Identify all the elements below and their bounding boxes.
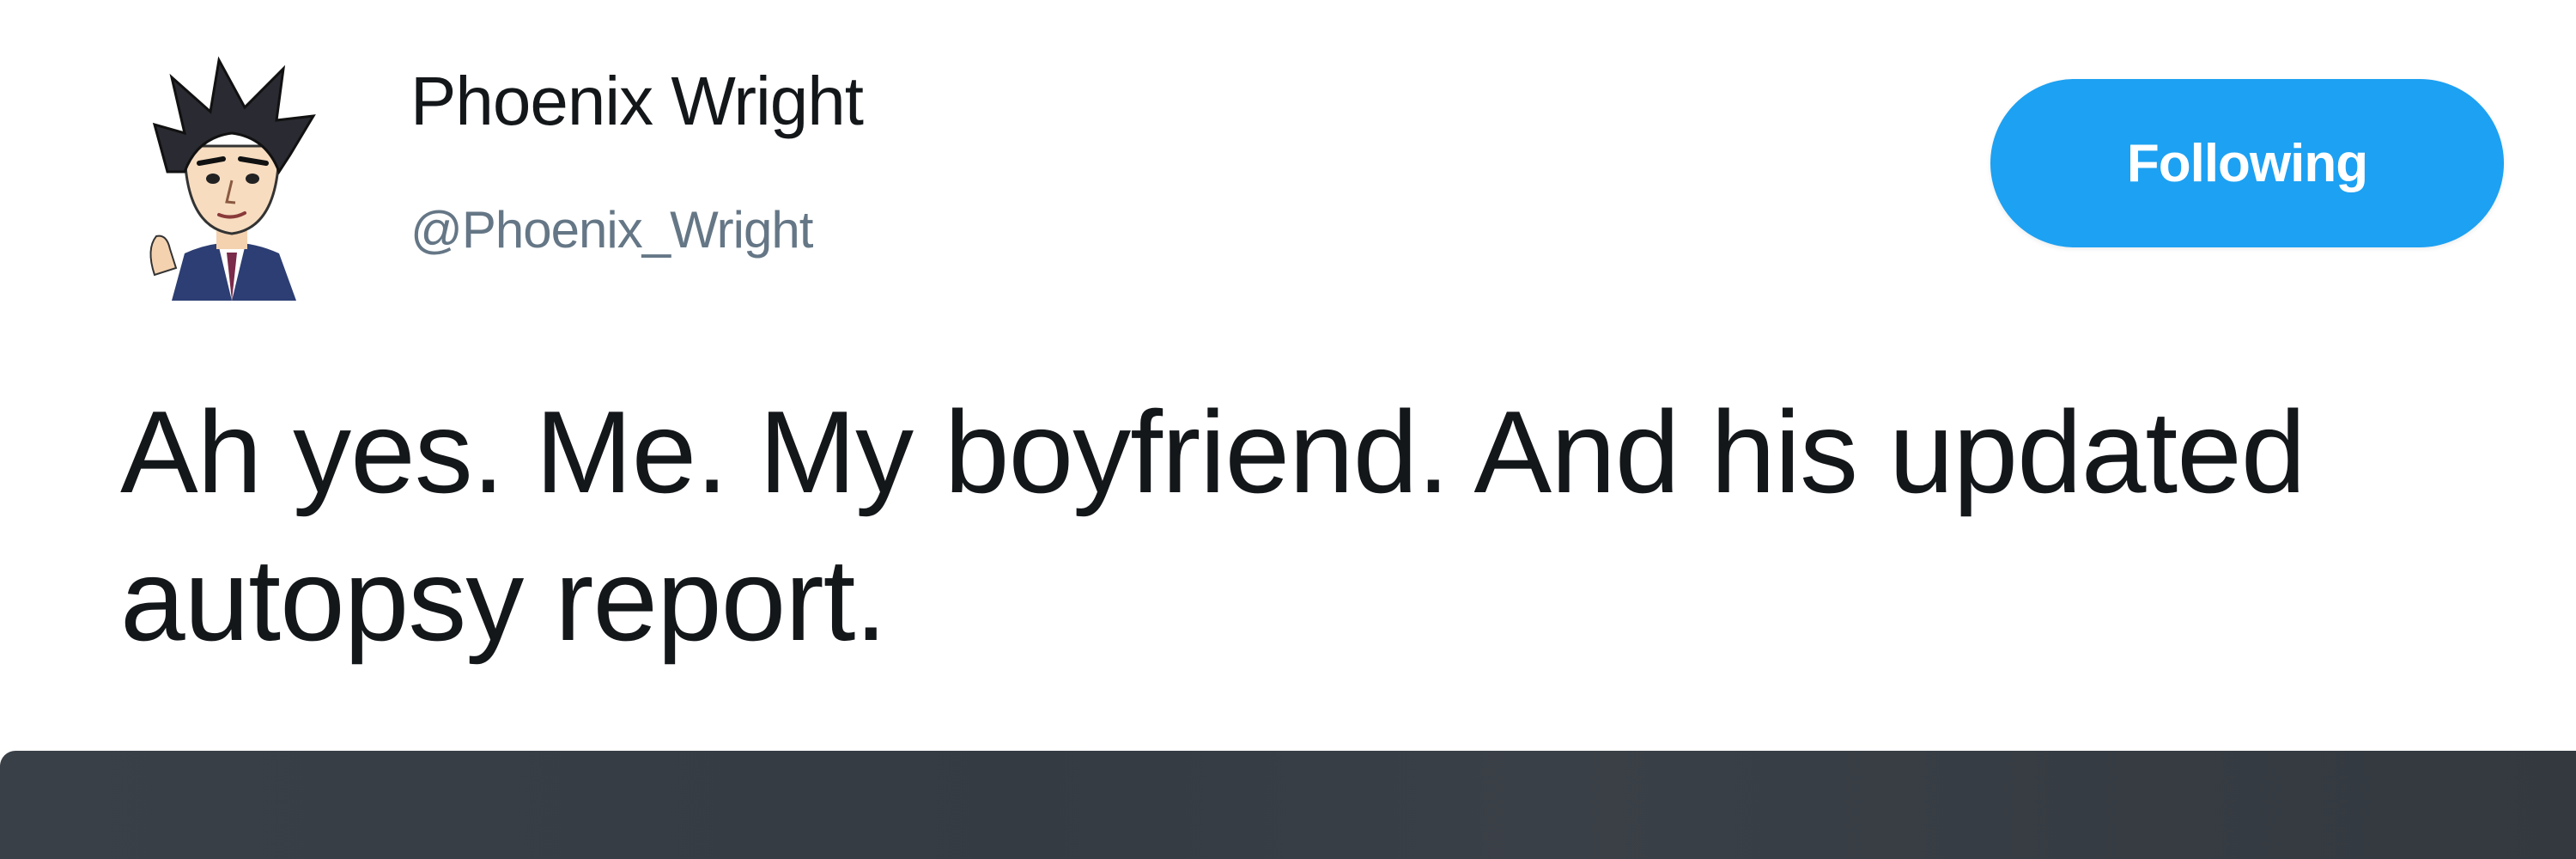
avatar[interactable] (137, 43, 326, 301)
user-handle[interactable]: @Phoenix_Wright (410, 204, 813, 256)
tweet-media[interactable] (0, 751, 2576, 859)
following-button[interactable]: Following (1990, 79, 2504, 247)
character-avatar-icon (149, 56, 316, 301)
tweet-text: Ah yes. Me. My boyfriend. And his update… (120, 387, 2306, 665)
tweet-card: Phoenix Wright @Phoenix_Wright Following… (0, 0, 2576, 859)
display-name[interactable]: Phoenix Wright (410, 67, 864, 136)
